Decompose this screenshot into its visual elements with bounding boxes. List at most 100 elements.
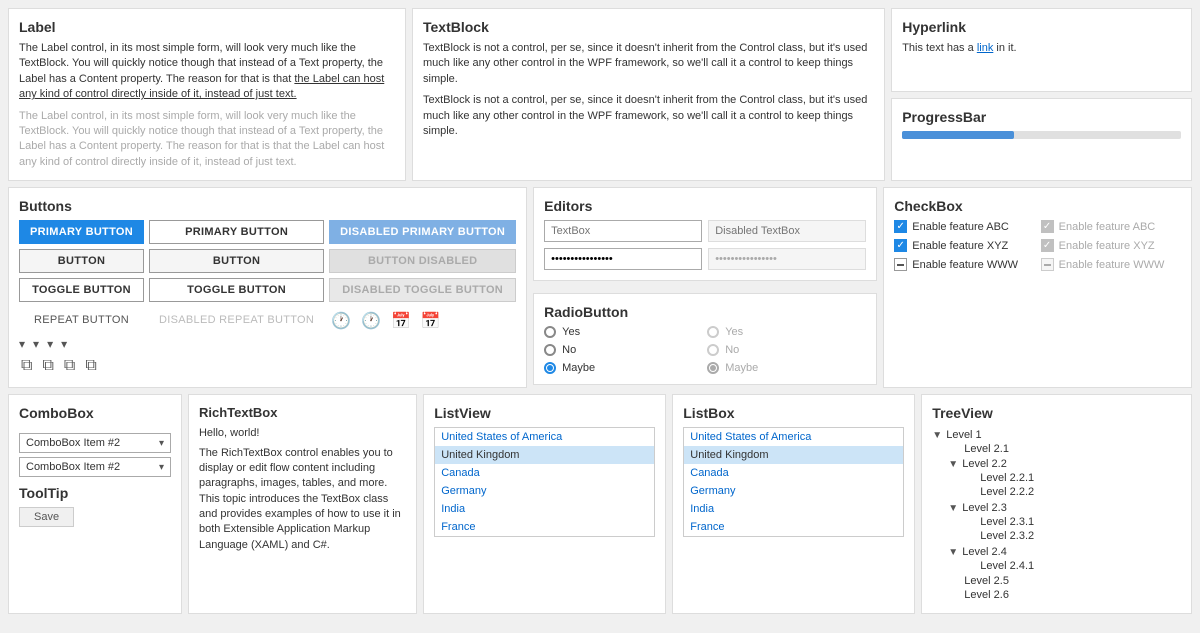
tooltip-save-button[interactable]: Save <box>19 507 74 527</box>
list-item-uk[interactable]: United Kingdom <box>435 446 654 464</box>
radio-yes-label: Yes <box>562 326 580 338</box>
primary-button[interactable]: PRIMARY BUTTON <box>19 220 144 244</box>
listbox-item-france[interactable]: France <box>684 518 903 536</box>
checkbox-disabled-col: ✓ Enable feature ABC ✓ Enable feature XY… <box>1041 220 1181 271</box>
calendar-icon-1[interactable]: 📅 <box>389 309 413 333</box>
checkbox-abc-disabled-label: Enable feature ABC <box>1059 221 1156 233</box>
toggle-button[interactable]: TOGGLE BUTTON <box>19 278 144 302</box>
button-default[interactable]: BUTTON <box>19 249 144 273</box>
listbox-item-canada[interactable]: Canada <box>684 464 903 482</box>
checkbox-www-box <box>894 258 907 271</box>
listbox-item-uk[interactable]: United Kingdom <box>684 446 903 464</box>
main-container: Label The Label control, in its most sim… <box>0 0 1200 622</box>
password-input[interactable] <box>544 248 702 270</box>
tree-level23-arrow[interactable]: ▼ <box>948 503 958 514</box>
textblock-panel: TextBlock TextBlock is not a control, pe… <box>412 8 885 181</box>
tree-level23-label[interactable]: ▼ Level 2.3 <box>948 501 1181 515</box>
dropdown-arrow-2[interactable]: ▾ <box>33 337 39 351</box>
listbox-container: United States of America United Kingdom … <box>683 427 904 537</box>
tree-level22-label[interactable]: ▼ Level 2.2 <box>948 457 1181 471</box>
radio-maybe-disabled-label: Maybe <box>725 362 758 374</box>
disabled-password-input <box>708 248 866 270</box>
tree-level231[interactable]: Level 2.3.1 <box>980 515 1181 529</box>
copy-icon-3[interactable]: ⧉ <box>62 355 77 377</box>
dropdown-arrow-3[interactable]: ▾ <box>47 337 53 351</box>
hyperlink-text-before: This text has a <box>902 42 974 54</box>
tree-level23-text: Level 2.3 <box>962 502 1007 514</box>
combobox-title: ComboBox <box>19 405 171 421</box>
progressbar-panel: ProgressBar <box>891 98 1192 182</box>
listbox-item-usa[interactable]: United States of America <box>684 428 903 446</box>
tree-level21[interactable]: Level 2.1 <box>964 442 1181 456</box>
tree-container: ▼ Level 1 Level 2.1 ▼ Level 2.2 <box>932 427 1181 603</box>
listbox-item-germany[interactable]: Germany <box>684 482 903 500</box>
tree-level1-arrow[interactable]: ▼ <box>932 430 942 441</box>
tree-level22: ▼ Level 2.2 Level 2.2.1 Level 2.2.2 <box>948 456 1181 500</box>
tree-level24-label[interactable]: ▼ Level 2.4 <box>948 545 1181 559</box>
checkbox-enabled-col: ✓ Enable feature ABC ✓ Enable feature XY… <box>894 220 1034 271</box>
combobox-select-1[interactable]: ComboBox Item #2 ▾ <box>19 433 171 453</box>
list-item-usa[interactable]: United States of America <box>435 428 654 446</box>
list-item-germany[interactable]: Germany <box>435 482 654 500</box>
tree-level24-children: Level 2.4.1 <box>964 559 1181 573</box>
hyperlink-link[interactable]: link <box>977 42 994 54</box>
list-item-france[interactable]: France <box>435 518 654 536</box>
radio-no-label: No <box>562 344 576 356</box>
checkbox-xyz[interactable]: ✓ Enable feature XYZ <box>894 239 1034 252</box>
tree-level25[interactable]: Level 2.5 <box>964 574 1181 588</box>
dropdown-row: ▾ ▾ ▾ ▾ <box>19 337 516 351</box>
checkbox-abc[interactable]: ✓ Enable feature ABC <box>894 220 1034 233</box>
dropdown-arrow-4[interactable]: ▾ <box>61 337 67 351</box>
repeat-button[interactable]: REPEAT BUTTON <box>19 309 144 331</box>
tree-level222[interactable]: Level 2.2.2 <box>980 485 1181 499</box>
list-item-canada[interactable]: Canada <box>435 464 654 482</box>
checkbox-xyz-label: Enable feature XYZ <box>912 240 1008 252</box>
textblock-text2: TextBlock is not a control, per se, sinc… <box>423 93 874 139</box>
clock-icon-1[interactable]: 🕐 <box>329 309 353 333</box>
tree-level24-arrow[interactable]: ▼ <box>948 547 958 558</box>
toggle-disabled-button: DISABLED TOGGLE BUTTON <box>329 278 516 302</box>
combobox-value-1: ComboBox Item #2 <box>26 437 120 449</box>
radio-maybe-label: Maybe <box>562 362 595 374</box>
tree-level22-arrow[interactable]: ▼ <box>948 459 958 470</box>
tree-level1-label[interactable]: ▼ Level 1 <box>932 428 1181 442</box>
progress-bar-fill <box>902 131 1014 139</box>
progressbar-title: ProgressBar <box>902 109 1181 125</box>
combobox-arrow-1: ▾ <box>159 438 164 449</box>
calendar-icon-2[interactable]: 📅 <box>419 309 443 333</box>
combobox-select-2[interactable]: ComboBox Item #2 ▾ <box>19 457 171 477</box>
tree-level24: ▼ Level 2.4 Level 2.4.1 <box>948 544 1181 574</box>
button-default-2[interactable]: BUTTON <box>149 249 324 273</box>
checkbox-www[interactable]: Enable feature WWW <box>894 258 1034 271</box>
toggle-button-2[interactable]: TOGGLE BUTTON <box>149 278 324 302</box>
radio-no-disabled-label: No <box>725 344 739 356</box>
checkbox-title: CheckBox <box>894 198 1181 214</box>
radiobutton-title: RadioButton <box>544 304 866 320</box>
checkbox-www-disabled: Enable feature WWW <box>1041 258 1181 271</box>
treeview-panel: TreeView ▼ Level 1 Level 2.1 ▼ <box>921 394 1192 614</box>
clock-icon-2[interactable]: 🕐 <box>359 309 383 333</box>
listview-container: United States of America United Kingdom … <box>434 427 655 537</box>
tree-level221[interactable]: Level 2.2.1 <box>980 471 1181 485</box>
tree-level26[interactable]: Level 2.6 <box>964 588 1181 602</box>
copy-icon-2[interactable]: ⧉ <box>40 355 55 377</box>
checkbox-abc-disabled-box: ✓ <box>1041 220 1054 233</box>
radio-yes-disabled-label: Yes <box>725 326 743 338</box>
tree-level241[interactable]: Level 2.4.1 <box>980 559 1181 573</box>
primary-outline-button[interactable]: PRIMARY BUTTON <box>149 220 324 244</box>
right-col: Hyperlink This text has a link in it. Pr… <box>891 8 1192 181</box>
list-item-india[interactable]: India <box>435 500 654 518</box>
checkbox-www-disabled-box <box>1041 258 1054 271</box>
textbox-input[interactable] <box>544 220 702 242</box>
bottom-row: ComboBox ComboBox Item #2 ▾ ComboBox Ite… <box>8 394 1192 614</box>
listbox-item-india[interactable]: India <box>684 500 903 518</box>
listbox-title: ListBox <box>683 405 904 421</box>
tree-level232[interactable]: Level 2.3.2 <box>980 529 1181 543</box>
radio-yes[interactable]: Yes <box>544 326 703 338</box>
copy-icon-4[interactable]: ⧉ <box>83 355 98 377</box>
richtextbox-title: RichTextBox <box>199 405 406 420</box>
radio-no[interactable]: No <box>544 344 703 356</box>
copy-icon-1[interactable]: ⧉ <box>19 355 34 377</box>
radio-maybe[interactable]: Maybe <box>544 362 703 374</box>
dropdown-arrow-1[interactable]: ▾ <box>19 337 25 351</box>
